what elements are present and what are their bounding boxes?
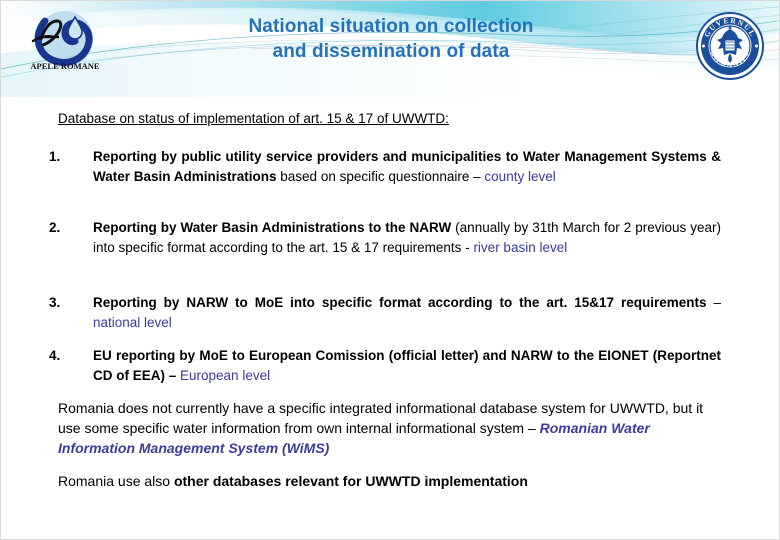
- list-item-4: 4. EU reporting by MoE to European Comis…: [49, 346, 721, 385]
- list-item-2-blue: river basin level: [473, 239, 568, 255]
- apele-romane-logo: APELE ROMANE: [19, 7, 111, 79]
- list-item-2: 2. Reporting by Water Basin Administrati…: [49, 218, 721, 257]
- list-item-3-text: Reporting by NARW to MoE into specific f…: [93, 293, 721, 332]
- paragraph-other-databases-bold: other databases relevant for UWWTD imple…: [173, 473, 528, 489]
- list-item-3: 3. Reporting by NARW to MoE into specifi…: [49, 293, 721, 332]
- list-item-1-number: 1.: [49, 149, 61, 164]
- list-item-4-number: 4.: [49, 348, 61, 363]
- guvernul-romaniei-seal: GUVERNUL ROMANIEI: [693, 9, 767, 83]
- list-item-1-blue: county level: [484, 168, 556, 184]
- list-item-2-text: Reporting by Water Basin Administrations…: [93, 218, 721, 257]
- list-item-3-regular: –: [706, 295, 721, 310]
- header-banner: [1, 1, 779, 97]
- list-item-4-blue: European level: [180, 367, 271, 383]
- slide-canvas: APELE ROMANE GUVERNUL ROMANIEI National …: [0, 0, 780, 540]
- list-item-4-text: EU reporting by MoE to European Comissio…: [93, 346, 721, 385]
- paragraph-other-databases-regular: Romania use also: [58, 473, 174, 489]
- list-item-1-text: Reporting by public utility service prov…: [93, 147, 721, 186]
- paragraph-other-databases: Romania use also other databases relevan…: [58, 471, 718, 491]
- list-item-2-bold: Reporting by Water Basin Administrations…: [93, 220, 452, 235]
- list-item-1: 1. Reporting by public utility service p…: [49, 147, 721, 186]
- list-item-3-bold: Reporting by NARW to MoE into specific f…: [93, 295, 707, 310]
- list-item-3-number: 3.: [49, 295, 61, 310]
- list-item-1-regular: based on specific questionnaire –: [276, 168, 485, 184]
- apele-romane-caption: APELE ROMANE: [30, 61, 100, 71]
- list-item-2-number: 2.: [49, 220, 61, 235]
- list-item-3-blue: national level: [93, 314, 172, 330]
- paragraph-wims: Romania does not currently have a specif…: [58, 398, 718, 458]
- content-heading: Database on status of implementation of …: [58, 111, 449, 126]
- header-wave-graphic: [1, 1, 779, 97]
